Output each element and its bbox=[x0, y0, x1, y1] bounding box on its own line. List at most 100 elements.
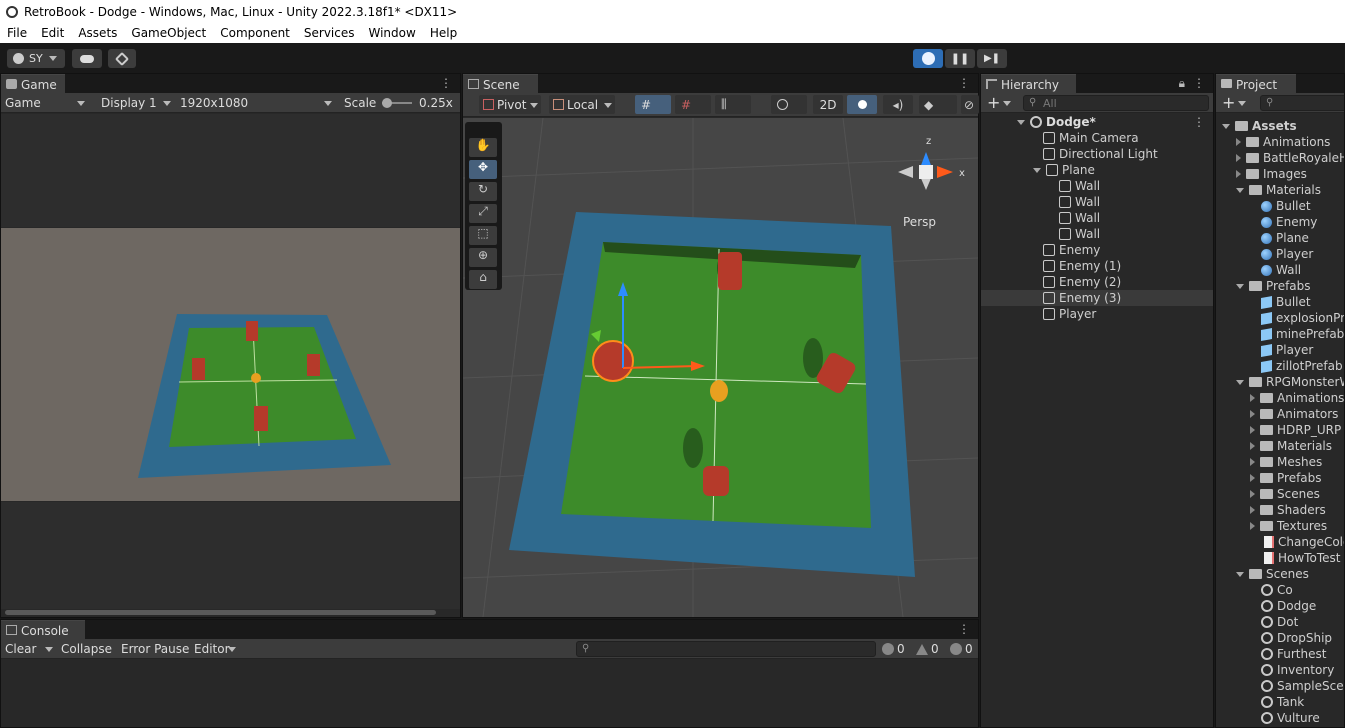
expand-icon[interactable] bbox=[1250, 442, 1255, 450]
project-item[interactable]: Prefabs bbox=[1216, 470, 1344, 486]
expand-icon[interactable] bbox=[1250, 506, 1255, 514]
project-item[interactable]: Dodge bbox=[1216, 598, 1344, 614]
expand-icon[interactable] bbox=[1236, 170, 1241, 178]
project-item[interactable]: Co bbox=[1216, 582, 1344, 598]
hierarchy-item[interactable]: Plane bbox=[981, 162, 1213, 178]
expand-icon[interactable] bbox=[1250, 410, 1255, 418]
rotate-tool-button[interactable]: ↻ bbox=[469, 182, 497, 201]
expand-icon[interactable] bbox=[1236, 138, 1241, 146]
project-item[interactable]: Materials bbox=[1216, 182, 1344, 198]
project-item[interactable]: Enemy bbox=[1216, 214, 1344, 230]
hierarchy-item[interactable]: Enemy bbox=[981, 242, 1213, 258]
project-item[interactable]: Animations bbox=[1216, 134, 1344, 150]
expand-icon[interactable] bbox=[1250, 394, 1255, 402]
expand-icon[interactable] bbox=[1017, 119, 1025, 125]
transform-tool-button[interactable]: ⊕ bbox=[469, 248, 497, 267]
hierarchy-item[interactable]: Player bbox=[981, 306, 1213, 322]
orientation-gizmo[interactable] bbox=[898, 152, 953, 190]
tab-game[interactable]: Game bbox=[1, 74, 65, 94]
project-item[interactable]: Scenes bbox=[1216, 566, 1344, 582]
project-item[interactable]: Plane bbox=[1216, 230, 1344, 246]
project-item[interactable]: Vulture bbox=[1216, 710, 1344, 726]
toggle-2d-button[interactable]: 2D bbox=[813, 95, 843, 114]
expand-icon[interactable] bbox=[1250, 426, 1255, 434]
hierarchy-item-selected[interactable]: Enemy (3) bbox=[981, 290, 1213, 306]
project-item[interactable]: ChangeColo bbox=[1216, 534, 1344, 550]
tab-hierarchy[interactable]: Hierarchy bbox=[981, 74, 1076, 94]
project-item[interactable]: Shaders bbox=[1216, 502, 1344, 518]
expand-icon[interactable] bbox=[1250, 474, 1255, 482]
expand-icon[interactable] bbox=[1236, 571, 1244, 577]
game-scrollbar[interactable] bbox=[5, 610, 436, 615]
project-item[interactable]: Scenes bbox=[1216, 486, 1344, 502]
project-item[interactable]: Assets bbox=[1216, 118, 1344, 134]
collab-button[interactable] bbox=[108, 49, 136, 68]
hierarchy-search-input[interactable]: ⚲ All bbox=[1023, 95, 1209, 111]
error-count-toggle[interactable]: 0 bbox=[950, 639, 973, 659]
menu-edit[interactable]: Edit bbox=[34, 26, 71, 40]
scene-menu-icon[interactable]: ⋮ bbox=[958, 76, 970, 90]
collapse-button[interactable]: Collapse bbox=[61, 639, 112, 659]
project-item[interactable]: BattleRoyaleH bbox=[1216, 150, 1344, 166]
project-item[interactable]: Animations bbox=[1216, 390, 1344, 406]
snap-increment-button[interactable]: # bbox=[675, 95, 711, 114]
chevron-down-icon[interactable] bbox=[1003, 101, 1011, 106]
play-button[interactable] bbox=[913, 49, 943, 68]
tab-scene[interactable]: Scene bbox=[463, 74, 538, 94]
add-icon[interactable]: + bbox=[1222, 93, 1235, 112]
project-item[interactable]: Animators bbox=[1216, 406, 1344, 422]
project-item[interactable]: Tank bbox=[1216, 694, 1344, 710]
menu-file[interactable]: File bbox=[0, 26, 34, 40]
tab-project[interactable]: Project bbox=[1216, 74, 1296, 94]
console-log-area[interactable] bbox=[1, 660, 978, 727]
project-item[interactable]: DropShip bbox=[1216, 630, 1344, 646]
project-item[interactable]: Prefabs bbox=[1216, 278, 1344, 294]
menu-gameobject[interactable]: GameObject bbox=[124, 26, 213, 40]
hidden-objects-button[interactable]: ⊘ bbox=[961, 95, 979, 114]
hierarchy-item[interactable]: Enemy (1) bbox=[981, 258, 1213, 274]
project-item[interactable]: Bullet bbox=[1216, 294, 1344, 310]
editor-dropdown[interactable]: Editor bbox=[194, 639, 238, 659]
grid-snap-button[interactable]: # bbox=[635, 95, 671, 114]
console-search-input[interactable]: ⚲ bbox=[576, 641, 876, 657]
scale-slider-handle[interactable] bbox=[382, 98, 392, 108]
expand-icon[interactable] bbox=[1033, 167, 1041, 173]
hierarchy-item[interactable]: Wall bbox=[981, 194, 1213, 210]
chevron-down-icon[interactable] bbox=[1238, 101, 1246, 106]
expand-icon[interactable] bbox=[1250, 490, 1255, 498]
hierarchy-item[interactable]: Main Camera bbox=[981, 130, 1213, 146]
project-item[interactable]: explosionPre bbox=[1216, 310, 1344, 326]
lighting-toggle-button[interactable] bbox=[847, 95, 877, 114]
rect-tool-button[interactable]: ⬚ bbox=[469, 226, 497, 245]
menu-window[interactable]: Window bbox=[362, 26, 423, 40]
clear-button[interactable]: Clear bbox=[5, 639, 55, 659]
project-item[interactable]: Furthest bbox=[1216, 646, 1344, 662]
project-item[interactable]: HowToTest bbox=[1216, 550, 1344, 566]
expand-icon[interactable] bbox=[1236, 283, 1244, 289]
console-menu-icon[interactable]: ⋮ bbox=[958, 622, 970, 636]
project-item[interactable]: Textures bbox=[1216, 518, 1344, 534]
hierarchy-item[interactable]: Enemy (2) bbox=[981, 274, 1213, 290]
selected-enemy[interactable] bbox=[592, 340, 634, 382]
tab-console[interactable]: Console bbox=[1, 620, 85, 640]
log-count-toggle[interactable]: 0 bbox=[882, 639, 905, 659]
lock-icon[interactable]: 🔒︎ bbox=[1179, 76, 1185, 91]
project-item[interactable]: HDRP_URP bbox=[1216, 422, 1344, 438]
game-view[interactable] bbox=[1, 228, 460, 501]
project-item[interactable]: Materials bbox=[1216, 438, 1344, 454]
scale-tool-button[interactable]: ⤢ bbox=[469, 204, 497, 223]
account-dropdown[interactable]: SY bbox=[7, 49, 65, 68]
scene-viewport[interactable]: z x Persp bbox=[463, 118, 978, 617]
project-search-input[interactable]: ⚲ bbox=[1260, 95, 1344, 111]
expand-icon[interactable] bbox=[1236, 379, 1244, 385]
hierarchy-item[interactable]: Wall bbox=[981, 210, 1213, 226]
project-item[interactable]: Meshes bbox=[1216, 454, 1344, 470]
scene-root-row[interactable]: Dodge* ⋮ bbox=[981, 114, 1213, 130]
error-pause-button[interactable]: Error Pause bbox=[121, 639, 189, 659]
hierarchy-item[interactable]: Directional Light bbox=[981, 146, 1213, 162]
pivot-dropdown[interactable]: Pivot bbox=[479, 95, 541, 114]
project-item[interactable]: Player bbox=[1216, 342, 1344, 358]
hierarchy-menu-icon[interactable]: ⋮ bbox=[1193, 76, 1205, 90]
project-item[interactable]: RPGMonsterW bbox=[1216, 374, 1344, 390]
local-dropdown[interactable]: Local bbox=[549, 95, 615, 114]
